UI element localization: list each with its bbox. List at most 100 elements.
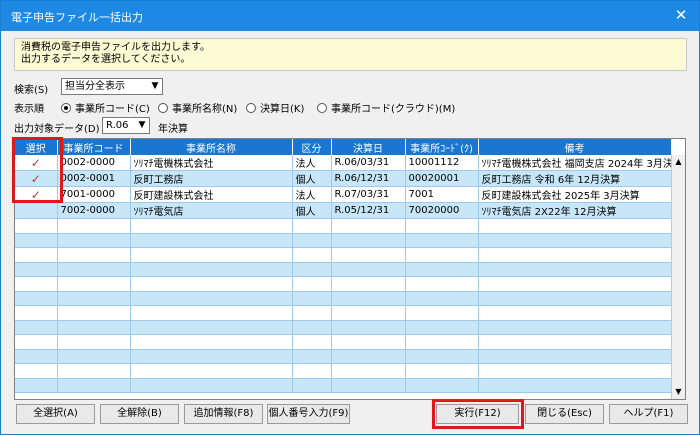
table-row[interactable]: ✓ 0002-0000 ｿﾘﾏﾁ電機株式会社 法人 R.06/03/31 10001112… <box>15 155 672 171</box>
cell-note <box>478 262 672 277</box>
scroll-up-icon[interactable]: ▲ <box>672 155 685 169</box>
cell-date <box>331 305 406 321</box>
cell-note: 反町建設株式会社 2025年 3月決算 <box>478 186 672 203</box>
sort-radio-code[interactable]: 事業所コード(C) <box>61 100 150 115</box>
cell-code <box>57 363 131 379</box>
table-row[interactable] <box>15 262 672 277</box>
cell-code <box>57 378 131 393</box>
row-checkbox[interactable] <box>15 218 58 234</box>
col-header-code[interactable]: 事業所コード <box>57 139 131 155</box>
row-checkbox[interactable] <box>15 334 58 350</box>
row-checkbox[interactable] <box>15 247 58 263</box>
cell-note <box>478 218 672 234</box>
search-select-value: 担当分全表示 <box>65 81 125 92</box>
cell-name <box>130 262 293 277</box>
info-line-1: 消費税の電子申告ファイルを出力します。 <box>21 42 210 53</box>
cell-code <box>57 305 131 321</box>
cell-kubun <box>292 247 332 263</box>
cell-kubun <box>292 378 332 393</box>
close-icon[interactable]: ✕ <box>669 4 693 26</box>
cell-name: ｿﾘﾏﾁ電気店 <box>130 202 293 219</box>
sort-radio-cloud[interactable]: 事業所コード(クラウド)(M) <box>317 100 455 115</box>
cell-cloud: 70020000 <box>405 202 479 219</box>
cell-cloud <box>405 276 479 292</box>
table-row[interactable] <box>15 276 672 292</box>
cell-name <box>130 291 293 306</box>
table-row[interactable]: 7002-0000 ｿﾘﾏﾁ電気店 個人 R.05/12/31 70020000 ｿﾘﾏﾁ… <box>15 202 672 219</box>
cell-code <box>57 247 131 263</box>
help-button[interactable]: ヘルプ(F1) <box>609 404 688 424</box>
add-info-button[interactable]: 追加情報(F8) <box>184 404 263 424</box>
row-checkbox[interactable] <box>15 202 58 219</box>
cell-date <box>331 233 406 248</box>
row-checkbox[interactable] <box>15 291 58 306</box>
cell-note: 反町工務店 令和 6年 12月決算 <box>478 170 672 187</box>
col-header-name[interactable]: 事業所名称 <box>130 139 293 155</box>
table-row[interactable]: ✓ 0002-0001 反町工務店 個人 R.06/12/31 00020001 反町工務店… <box>15 170 672 187</box>
table-row[interactable] <box>15 320 672 335</box>
row-checkbox[interactable] <box>15 378 58 393</box>
cell-date <box>331 276 406 292</box>
table-row[interactable] <box>15 233 672 248</box>
col-header-kubun[interactable]: 区分 <box>292 139 332 155</box>
cell-code <box>57 276 131 292</box>
close-button[interactable]: 閉じる(Esc) <box>525 404 604 424</box>
row-checkbox[interactable] <box>15 276 58 292</box>
col-header-cloud-code[interactable]: 事業所ｺｰﾄﾞ(ｸ) <box>405 139 479 155</box>
search-select[interactable]: 担当分全表示 ▼ <box>61 78 163 95</box>
cell-code: 0002-0000 <box>57 155 131 171</box>
table-row[interactable] <box>15 363 672 379</box>
table-row[interactable] <box>15 305 672 321</box>
sort-radio-date[interactable]: 決算日(K) <box>246 100 304 115</box>
vertical-scrollbar[interactable]: ▲ ▼ <box>671 155 685 399</box>
cell-code <box>57 334 131 350</box>
sort-radio-name[interactable]: 事業所名称(N) <box>158 100 237 115</box>
table-row[interactable]: ✓ 7001-0000 反町建設株式会社 法人 R.07/03/31 7001 反町建設株式… <box>15 186 672 203</box>
radio-icon <box>158 103 168 113</box>
cell-note <box>478 233 672 248</box>
cell-kubun: 法人 <box>292 155 332 171</box>
cell-cloud <box>405 363 479 379</box>
row-checkbox[interactable] <box>15 233 58 248</box>
cell-note: ｿﾘﾏﾁ電気店 2X22年 12月決算 <box>478 202 672 219</box>
col-header-note[interactable]: 備考 <box>478 139 672 155</box>
cell-code <box>57 349 131 364</box>
cell-kubun <box>292 276 332 292</box>
cell-cloud <box>405 320 479 335</box>
table-row[interactable] <box>15 349 672 364</box>
cell-kubun <box>292 334 332 350</box>
cell-note <box>478 276 672 292</box>
cell-note <box>478 247 672 263</box>
row-checkbox[interactable] <box>15 349 58 364</box>
cell-name: 反町建設株式会社 <box>130 186 293 203</box>
output-year-select[interactable]: R.06 ▼ <box>102 117 150 134</box>
cell-kubun <box>292 320 332 335</box>
table-row[interactable] <box>15 291 672 306</box>
cell-kubun <box>292 233 332 248</box>
personal-number-button[interactable]: 個人番号入力(F9) <box>267 404 350 424</box>
table-row[interactable] <box>15 247 672 263</box>
table-row[interactable] <box>15 334 672 350</box>
cell-name <box>130 320 293 335</box>
row-checkbox[interactable] <box>15 262 58 277</box>
cell-date: R.07/03/31 <box>331 186 406 203</box>
deselect-all-button[interactable]: 全解除(B) <box>100 404 179 424</box>
cell-code <box>57 291 131 306</box>
cell-note <box>478 320 672 335</box>
cell-cloud <box>405 334 479 350</box>
radio-icon <box>61 103 71 113</box>
table-row[interactable] <box>15 218 672 234</box>
cell-date <box>331 349 406 364</box>
highlight-execute-button <box>432 399 524 429</box>
row-checkbox[interactable] <box>15 363 58 379</box>
cell-cloud <box>405 378 479 393</box>
output-year-value: R.06 <box>106 120 129 131</box>
cell-note <box>478 378 672 393</box>
row-checkbox[interactable] <box>15 320 58 335</box>
scroll-down-icon[interactable]: ▼ <box>672 385 685 399</box>
table-row[interactable] <box>15 378 672 393</box>
col-header-date[interactable]: 決算日 <box>331 139 406 155</box>
cell-cloud <box>405 349 479 364</box>
row-checkbox[interactable] <box>15 305 58 321</box>
select-all-button[interactable]: 全選択(A) <box>16 404 95 424</box>
